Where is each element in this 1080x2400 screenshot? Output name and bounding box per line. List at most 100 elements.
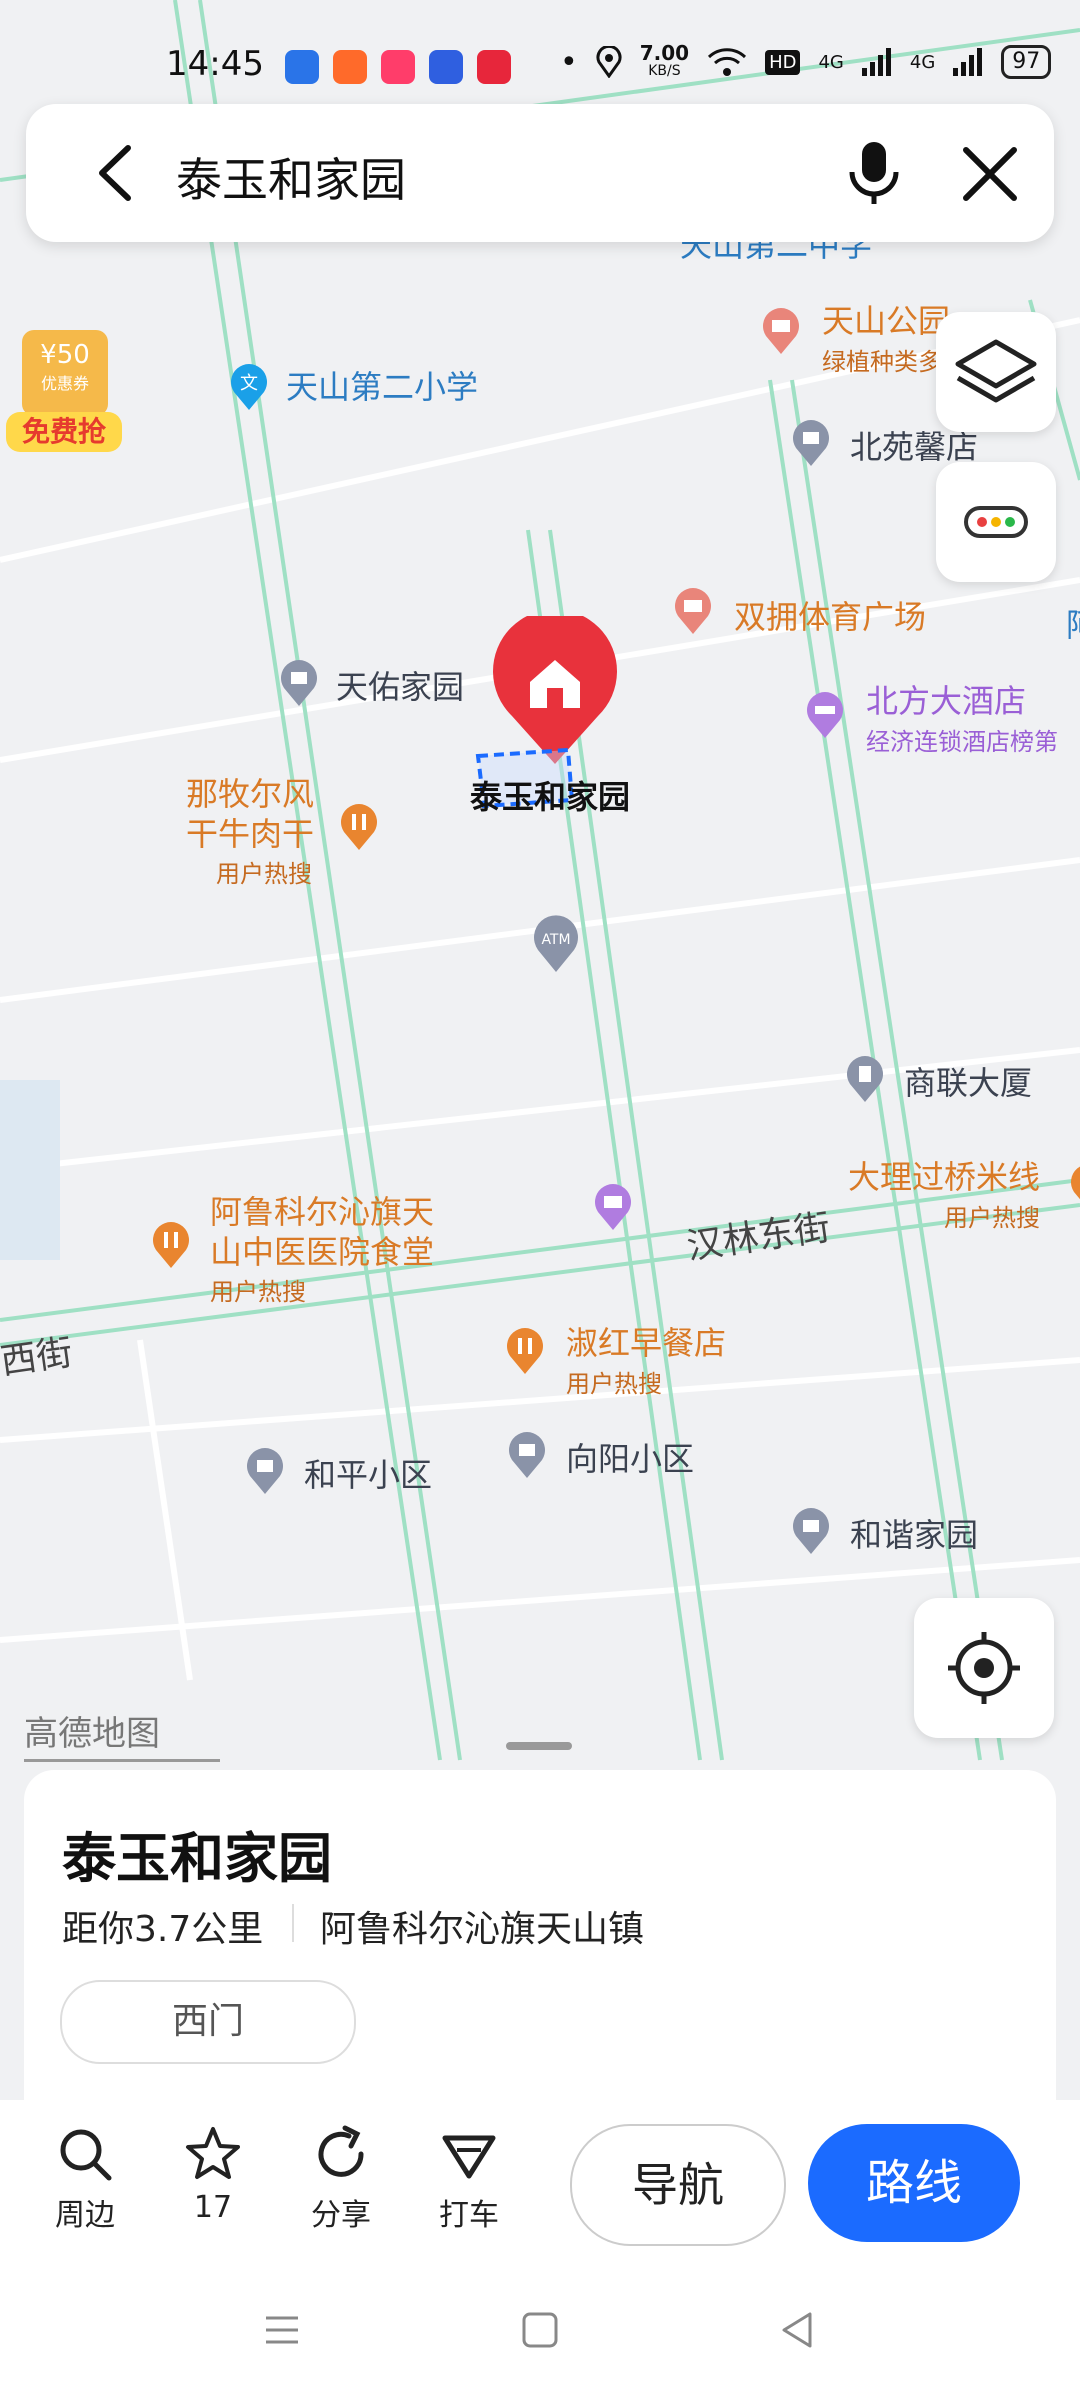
favorite-button[interactable]: 17 (158, 2124, 268, 2225)
app-notification-icon (285, 50, 319, 84)
residential-pin-icon[interactable] (504, 1428, 550, 1480)
place-address: 阿鲁科尔沁旗天山镇 (320, 1909, 645, 1950)
back-icon[interactable] (86, 142, 146, 204)
poi-sublabel: 用户热搜 (944, 1204, 1041, 1232)
poi-label: 北苑馨店 (850, 428, 979, 466)
app-notification-icon (381, 50, 415, 84)
map-logo-text: 高德地图 (24, 1714, 160, 1754)
svg-text:文: 文 (240, 373, 258, 394)
poi-label-line2: 山中医医院食堂 (210, 1233, 435, 1271)
residential-pin-icon[interactable] (788, 1504, 834, 1556)
share-label: 分享 (311, 2198, 371, 2233)
poi-shuhong-breakfast[interactable]: 淑红早餐店 用户热搜 (566, 1318, 726, 1399)
net-speed: 7.00 KB/S (639, 41, 690, 80)
school-pin-icon[interactable]: 文 (226, 360, 272, 412)
poi-sublabel: 用户热搜 (216, 860, 312, 888)
share-icon (318, 2125, 364, 2177)
search-bar[interactable]: 泰玉和家园 (26, 104, 1054, 242)
home-icon[interactable] (520, 2310, 560, 2350)
poi-label-line2: 干牛肉干 (186, 815, 315, 853)
poi-label: 和平小区 (304, 1456, 433, 1494)
residential-pin-icon[interactable] (242, 1444, 288, 1496)
action-bar: 周边 17 分享 打车 导航 路线 (0, 2100, 1080, 2266)
poi-label: 天山第二小学 (286, 368, 479, 406)
menu-icon[interactable] (262, 2310, 302, 2350)
map-scale: 高德地图 (24, 1706, 220, 1762)
poi-sublabel: 用户热搜 (210, 1278, 306, 1306)
route-button[interactable]: 路线 (808, 2124, 1020, 2242)
poi-heping[interactable]: 和平小区 (304, 1450, 432, 1496)
taxi-button[interactable]: 打车 (414, 2124, 524, 2234)
poi-partial-right[interactable]: 阿 (1066, 600, 1080, 646)
poi-hospital-canteen[interactable]: 阿鲁科尔沁旗天 山中医医院食堂 用户热搜 (210, 1192, 434, 1312)
poi-hexie[interactable]: 和谐家园 (850, 1510, 978, 1556)
restaurant-pin-icon[interactable] (1066, 1160, 1080, 1212)
battery-indicator: 97 (1001, 45, 1052, 79)
poi-xiangyang[interactable]: 向阳小区 (566, 1434, 694, 1480)
restaurant-pin-icon[interactable] (336, 800, 382, 852)
poi-label: 大理过桥米线 (848, 1158, 1041, 1196)
poi-dali-noodle[interactable]: 大理过桥米线 用户热搜 (848, 1152, 1040, 1233)
building-pin-icon[interactable] (842, 1052, 888, 1104)
poi-naomuer[interactable]: 那牧尔风 干牛肉干 用户热搜 (186, 774, 314, 894)
notification-icons (285, 50, 511, 84)
poi-label: 双拥体育广场 (734, 598, 927, 636)
network-type: 4G (818, 51, 844, 73)
place-title: 泰玉和家园 (62, 1827, 332, 1890)
poi-label-line1: 阿鲁科尔沁旗天 (210, 1193, 435, 1231)
search-icon (60, 2129, 112, 2181)
poi-shuangyong[interactable]: 双拥体育广场 (734, 592, 926, 638)
net-speed-value: 7.00 (639, 41, 690, 65)
park-pin-icon[interactable] (758, 304, 804, 356)
poi-label: 阿 (1066, 606, 1080, 644)
share-button[interactable]: 分享 (286, 2124, 396, 2234)
locate-icon (948, 1632, 1020, 1704)
place-distance: 距你3.7公里 (62, 1909, 264, 1950)
net-speed-unit: KB/S (648, 63, 681, 79)
signal-icon (861, 48, 891, 76)
poi-label-line1: 那牧尔风 (186, 775, 315, 813)
sports-pin-icon[interactable] (670, 584, 716, 636)
place-card[interactable]: 泰玉和家园 距你3.7公里 阿鲁科尔沁旗天山镇 西门 (24, 1742, 1056, 2100)
app-notification-icon (333, 50, 367, 84)
back-nav-icon[interactable] (778, 2310, 818, 2350)
traffic-button[interactable] (936, 462, 1056, 582)
system-nav-bar (0, 2266, 1080, 2400)
coupon-badge[interactable]: ¥50 优惠券 免费抢 (6, 330, 122, 454)
traffic-light-icon (964, 506, 1028, 538)
wifi-icon (708, 48, 747, 76)
poi-tianshan-park[interactable]: 天山公园 绿植种类多 (822, 296, 950, 377)
poi-label: 泰玉和家园 (470, 778, 631, 816)
search-query-text[interactable]: 泰玉和家园 (176, 144, 406, 210)
navigate-button[interactable]: 导航 (570, 2124, 786, 2246)
network-type: 4G (909, 51, 936, 73)
poi-shanglian[interactable]: 商联大厦 (904, 1058, 1032, 1104)
poi-label: 向阳小区 (566, 1440, 695, 1478)
hd-badge: HD (765, 49, 801, 75)
residential-pin-icon[interactable] (276, 656, 322, 708)
residential-pin-icon[interactable] (788, 416, 834, 468)
poi-label: 天佑家园 (336, 668, 465, 706)
nearby-button[interactable]: 周边 (30, 2124, 140, 2234)
hotel-pin-icon[interactable] (802, 688, 848, 740)
app-notification-icon (477, 50, 511, 84)
close-icon[interactable] (960, 144, 1020, 204)
coupon-card: ¥50 优惠券 (22, 330, 108, 416)
locate-me-button[interactable] (914, 1598, 1054, 1738)
poi-tianyou[interactable]: 天佑家园 (336, 662, 464, 708)
poi-label: 天山公园 (822, 302, 951, 340)
microphone-icon[interactable] (846, 140, 902, 206)
atm-pin-icon[interactable]: ATM (528, 910, 584, 974)
poi-tianshan-primary[interactable]: 天山第二小学 (286, 362, 478, 408)
poi-beifang-hotel[interactable]: 北方大酒店 经济连锁酒店榜第 (866, 676, 1058, 757)
restaurant-pin-icon[interactable] (502, 1324, 548, 1376)
layers-button[interactable] (936, 312, 1056, 432)
atm-text: ATM (541, 932, 570, 948)
entrance-tag-button[interactable]: 西门 (60, 1980, 356, 2064)
drag-handle[interactable] (506, 1742, 572, 1750)
poi-label: 北方大酒店 (866, 682, 1027, 720)
poi-sublabel: 经济连锁酒店榜第 (866, 728, 1058, 756)
nearby-label: 周边 (55, 2198, 115, 2233)
restaurant-pin-icon[interactable] (148, 1218, 194, 1270)
shop-pin-icon[interactable] (590, 1180, 636, 1232)
